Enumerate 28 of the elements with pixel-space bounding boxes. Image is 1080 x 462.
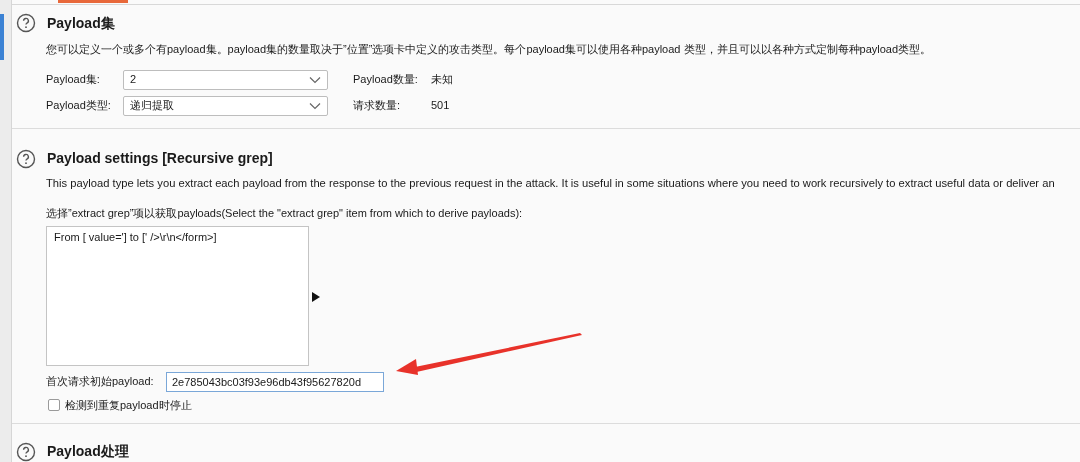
help-icon[interactable] xyxy=(16,13,36,34)
field-label: Payload类型: xyxy=(46,98,112,114)
info-value: 501 xyxy=(431,98,450,114)
checkbox[interactable] xyxy=(48,398,60,411)
help-icon[interactable] xyxy=(16,441,36,462)
section-title: Payload settings [Recursive grep] xyxy=(47,149,273,169)
help-icon[interactable] xyxy=(16,148,36,169)
section-description: This payload type lets you extract each payload from the response to the previous request in the attack. It is useful in some situations where you need to work recursively to extract useful data or deliver an xyxy=(46,176,1056,192)
input-field[interactable]: 2e785043bc03f93e96db43f95627820d xyxy=(166,371,384,392)
field-label: Payload集: xyxy=(46,72,101,88)
dropdown[interactable]: 递归提取 xyxy=(123,95,328,116)
section-description: 您可以定义一个或多个有payload集。payload集的数量取决于”位置”选项卡中定义的攻击类型。每个payload集可以使用各种payload 类型，并且可以以各种方式定制每种payload类型。 xyxy=(46,41,933,57)
side-tab-indicator xyxy=(0,14,4,60)
chevron-down-icon xyxy=(309,101,321,110)
section-title: Payload处理 xyxy=(47,442,129,461)
grep-list[interactable]: From [ value='] to [' />\r\n</form>] xyxy=(46,225,309,366)
list-item[interactable]: From [ value='] to [' />\r\n</form>] xyxy=(47,228,308,245)
tab-indicator xyxy=(58,0,128,3)
dropdown[interactable]: 2 xyxy=(123,69,328,90)
info-label: Payload数量: xyxy=(353,72,419,88)
checkbox-label: 检测到重复payload时停止 xyxy=(65,397,192,413)
chevron-down-icon xyxy=(309,75,321,84)
field-label: 首次请求初始payload: xyxy=(46,374,155,390)
list-label: 选择”extract grep”项以获取payloads(Select the "extract grep" item from which to derive payloads): xyxy=(46,206,524,221)
info-label: 请求数量: xyxy=(353,98,402,114)
play-icon[interactable] xyxy=(312,291,320,302)
info-value: 未知 xyxy=(431,72,453,88)
section-title: Payload集 xyxy=(47,13,115,33)
